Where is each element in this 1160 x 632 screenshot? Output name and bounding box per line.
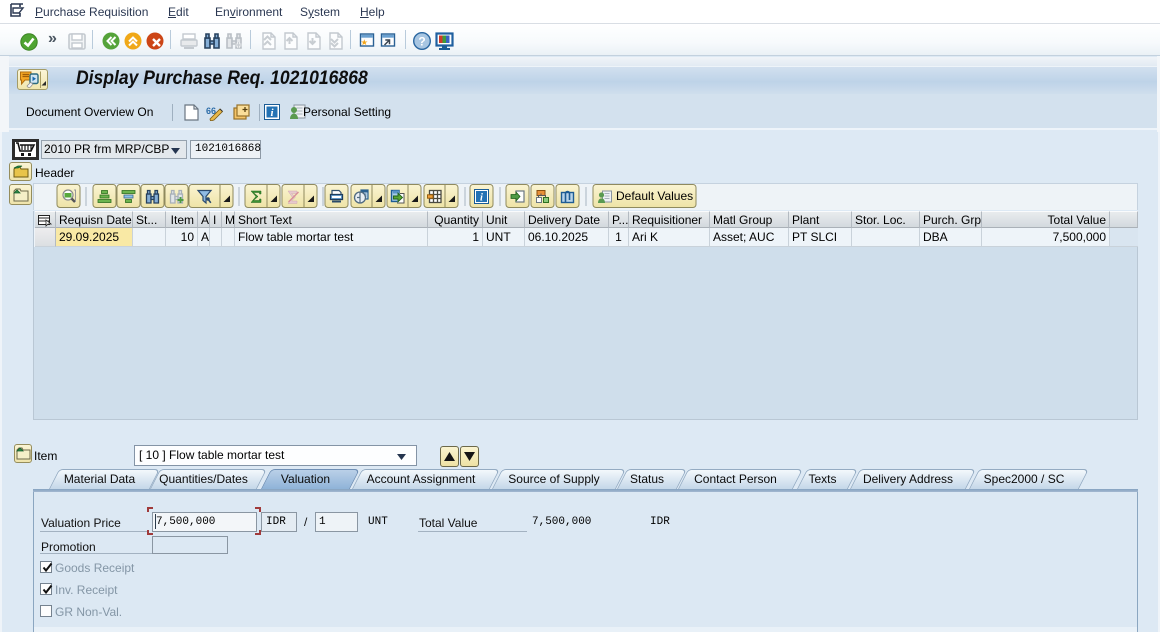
svg-text:i: i [480,193,483,204]
svg-text:?: ? [418,35,425,49]
